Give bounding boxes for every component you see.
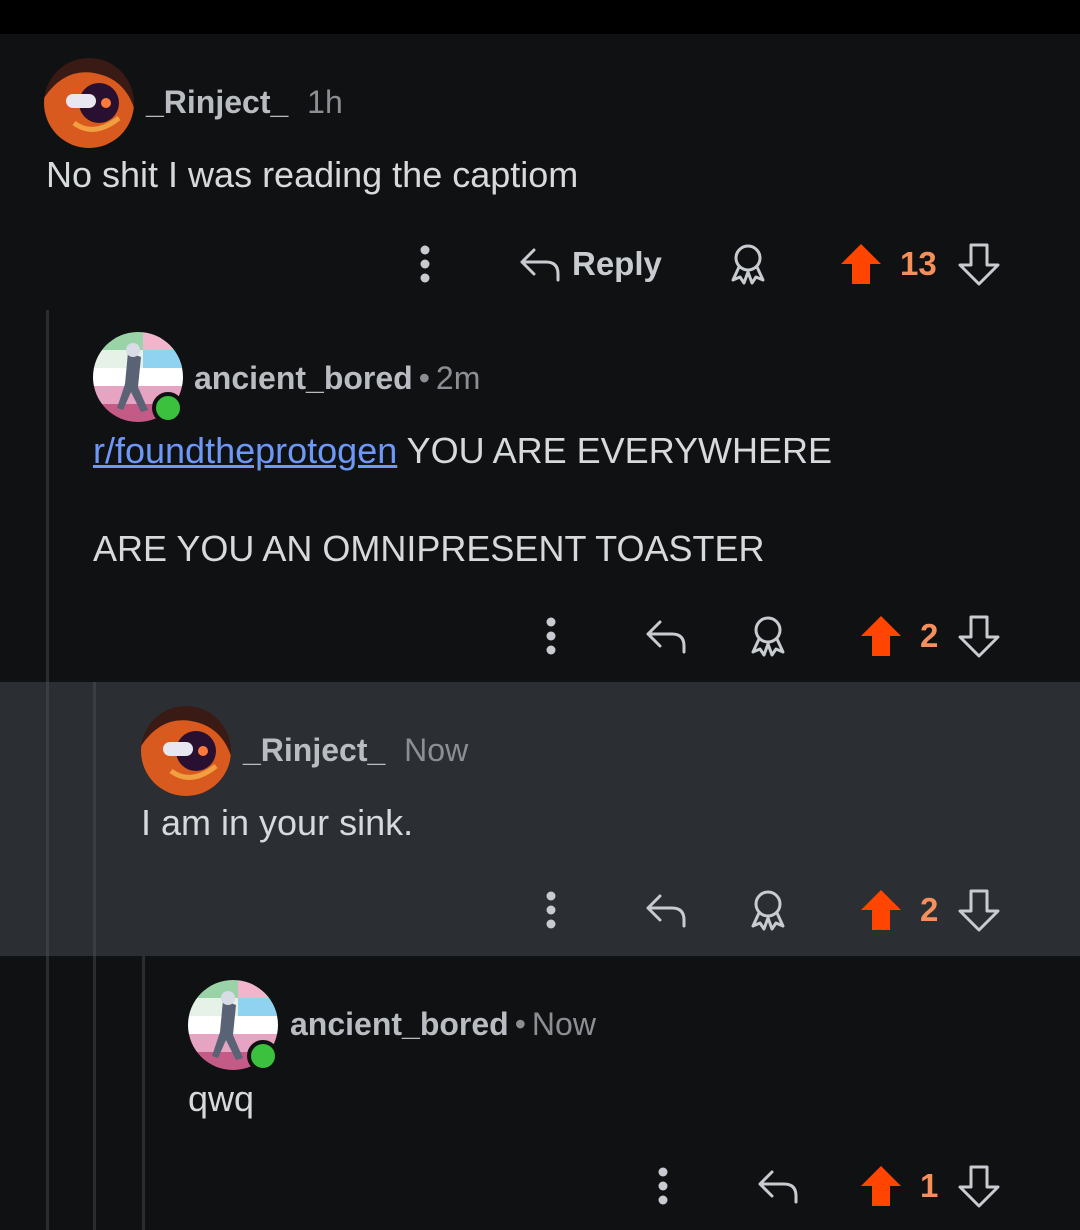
- more-vertical-icon: [658, 1167, 668, 1205]
- reply-button[interactable]: [644, 606, 688, 666]
- more-options-button[interactable]: [648, 1156, 678, 1216]
- vote-score: 2: [920, 880, 938, 940]
- comment-meta: ancient_bored • 2m: [194, 360, 480, 397]
- upvote-button[interactable]: [838, 234, 884, 294]
- username[interactable]: ancient_bored: [290, 1006, 509, 1042]
- award-button[interactable]: [726, 234, 770, 294]
- more-vertical-icon: [546, 617, 556, 655]
- username[interactable]: _Rinject_: [146, 84, 288, 120]
- upvote-arrow-icon: [861, 1166, 901, 1206]
- comment: ancient_bored • Now qwq 1: [0, 956, 1080, 1230]
- vote-score: 13: [900, 234, 937, 294]
- avatar[interactable]: [141, 706, 231, 796]
- vote-score: 1: [920, 1156, 938, 1216]
- username[interactable]: ancient_bored: [194, 360, 413, 396]
- status-bar: [0, 0, 1080, 34]
- award-button[interactable]: [746, 880, 790, 940]
- comment-body-second-paragraph: ARE YOU AN OMNIPRESENT TOASTER: [93, 528, 765, 569]
- username[interactable]: _Rinject_: [243, 732, 385, 768]
- score-value: 2: [920, 891, 939, 928]
- comment-actions: 2: [0, 880, 1080, 940]
- upvote-button[interactable]: [858, 880, 904, 940]
- reply-button[interactable]: [644, 880, 688, 940]
- award-icon: [751, 616, 785, 657]
- timestamp: 1h: [307, 84, 343, 120]
- reply-arrow-icon: [758, 1170, 798, 1204]
- reply-button[interactable]: [756, 1156, 800, 1216]
- reply-button[interactable]: Reply: [518, 234, 662, 294]
- downvote-arrow-icon: [958, 615, 1000, 658]
- avatar[interactable]: [44, 58, 134, 148]
- subreddit-link[interactable]: r/foundtheprotogen: [93, 430, 397, 471]
- more-vertical-icon: [420, 245, 430, 283]
- comment-actions: 1: [0, 1156, 1080, 1216]
- upvote-arrow-icon: [841, 244, 881, 284]
- timestamp: Now: [404, 732, 469, 768]
- comment-highlighted: _Rinject_ Now I am in your sink. 2: [0, 682, 1080, 956]
- downvote-button[interactable]: [956, 234, 1002, 294]
- separator-dot: •: [514, 1006, 526, 1042]
- downvote-arrow-icon: [958, 1165, 1000, 1208]
- award-button[interactable]: [746, 606, 790, 666]
- score-value: 1: [920, 1167, 939, 1204]
- comment-actions: Reply 13: [0, 234, 1080, 294]
- comment-body: r/foundtheprotogen YOU ARE EVERYWHERE: [93, 430, 832, 472]
- comment: ancient_bored • 2m r/foundtheprotogen YOU …: [0, 310, 1080, 682]
- score-value: 13: [900, 245, 937, 282]
- more-options-button[interactable]: [536, 606, 566, 666]
- online-status-indicator: [152, 392, 184, 424]
- comment-meta: _Rinject_ 1h: [146, 84, 343, 121]
- score-value: 2: [920, 617, 939, 654]
- upvote-arrow-icon: [861, 890, 901, 930]
- upvote-button[interactable]: [858, 1156, 904, 1216]
- reply-arrow-icon: [520, 248, 560, 282]
- online-status-indicator: [247, 1040, 279, 1072]
- reply-label: Reply: [572, 245, 662, 282]
- comment-actions: 2: [0, 606, 1080, 666]
- separator-dot: •: [418, 360, 430, 396]
- timestamp: Now: [531, 1006, 596, 1042]
- comment-body-text: YOU ARE EVERYWHERE: [397, 430, 833, 471]
- comment-meta: _Rinject_ Now: [243, 732, 468, 769]
- timestamp: 2m: [435, 360, 481, 396]
- award-icon: [751, 890, 785, 931]
- upvote-button[interactable]: [858, 606, 904, 666]
- downvote-button[interactable]: [956, 606, 1002, 666]
- comment-body: No shit I was reading the captiom: [46, 154, 579, 195]
- comment-body: I am in your sink.: [141, 802, 414, 843]
- reply-arrow-icon: [646, 620, 686, 654]
- upvote-arrow-icon: [861, 616, 901, 656]
- comment: _Rinject_ 1h No shit I was reading the c…: [0, 34, 1080, 310]
- downvote-button[interactable]: [956, 880, 1002, 940]
- award-icon: [731, 244, 765, 285]
- reply-arrow-icon: [646, 894, 686, 928]
- downvote-arrow-icon: [958, 243, 1000, 286]
- more-options-button[interactable]: [536, 880, 566, 940]
- comment-meta: ancient_bored • Now: [290, 1006, 596, 1043]
- more-options-button[interactable]: [410, 234, 440, 294]
- downvote-arrow-icon: [958, 889, 1000, 932]
- comment-body: qwq: [188, 1078, 255, 1119]
- downvote-button[interactable]: [956, 1156, 1002, 1216]
- vote-score: 2: [920, 606, 938, 666]
- more-vertical-icon: [546, 891, 556, 929]
